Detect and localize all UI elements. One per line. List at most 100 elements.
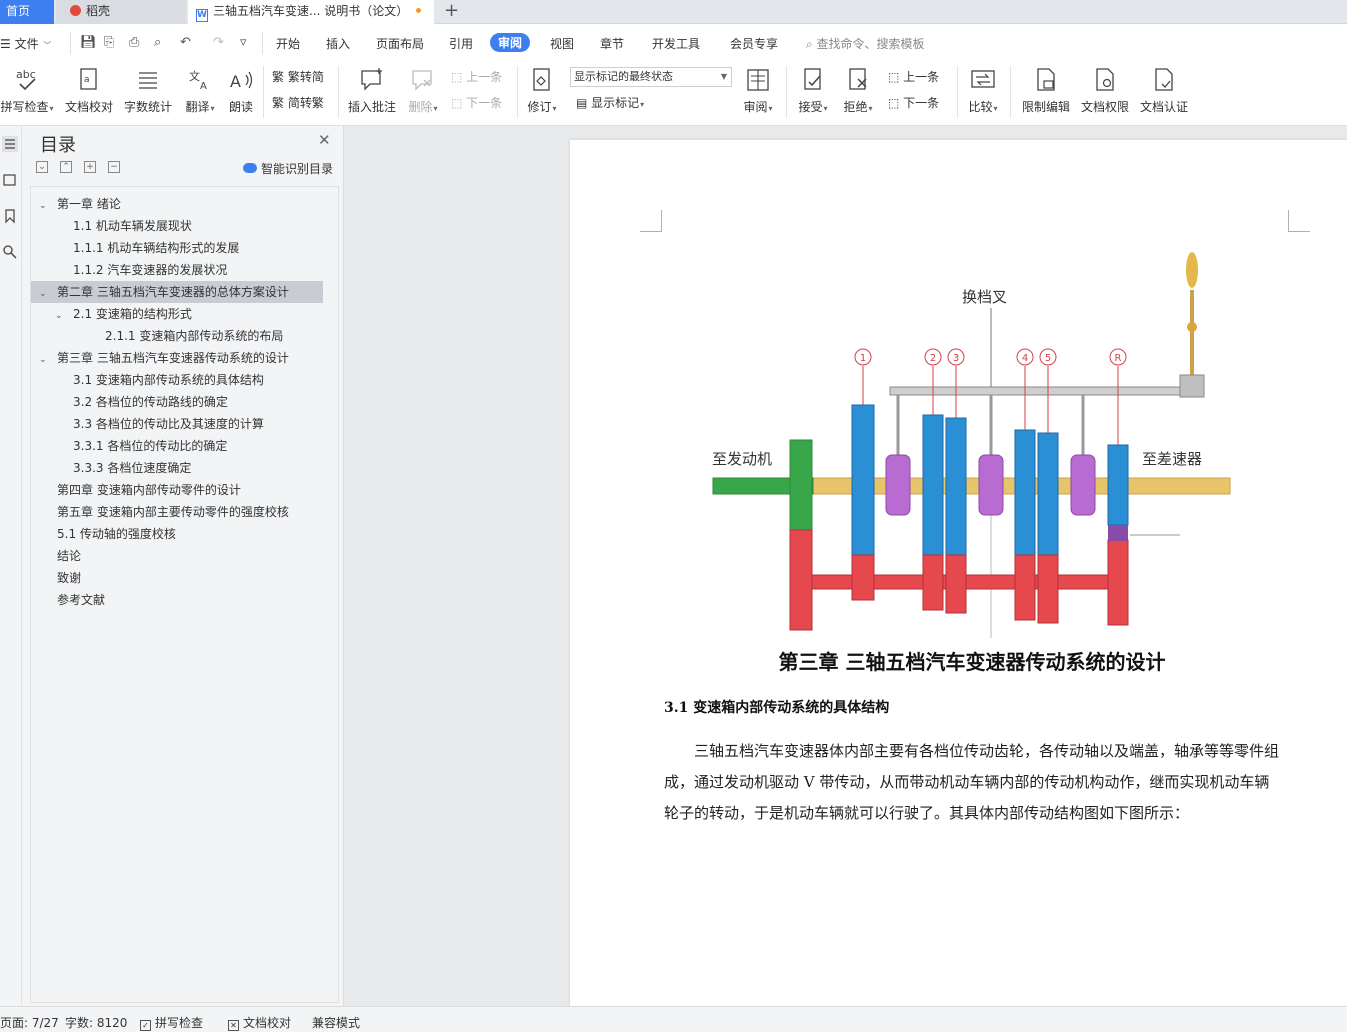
toc-item[interactable]: ⌄ 第三章 三轴五档汽车变速器传动系统的设计 <box>39 347 321 369</box>
lock-document-icon <box>1018 66 1074 94</box>
tab-dev-tools[interactable]: 开发工具 <box>652 35 700 52</box>
next-change-button[interactable]: ⬚ 下一条 <box>888 94 939 111</box>
tab-member[interactable]: 会员专享 <box>730 35 778 52</box>
chevron-down-icon[interactable]: ⌄ <box>39 283 51 305</box>
tab-review[interactable]: 审阅 <box>490 33 531 52</box>
doc-permission-button[interactable]: 文档权限 <box>1077 66 1133 115</box>
customize-quick-access-icon[interactable]: ▿ <box>240 35 247 50</box>
nav-icon-strip <box>0 126 22 1006</box>
toc-item[interactable]: 第五章 变速箱内部主要传动零件的强度校核 <box>57 501 321 523</box>
translate-button[interactable]: 文A 翻译▾ <box>180 66 220 115</box>
toc-item[interactable]: 致谢 <box>57 567 321 589</box>
toc-item[interactable]: 3.1 变速箱内部传动系统的具体结构 <box>73 369 321 391</box>
tab-home[interactable]: 首页 <box>0 0 54 24</box>
compare-button[interactable]: 比较▾ <box>963 66 1003 115</box>
margin-corner-mark <box>640 210 662 232</box>
toc-item[interactable]: 3.3.1 各档位的传动比的确定 <box>73 435 321 457</box>
word-count-button[interactable]: 字数统计 <box>121 66 175 115</box>
chevron-down-icon[interactable]: ⌄ <box>39 195 51 217</box>
word-count-indicator[interactable]: 字数: 8120 <box>65 1014 127 1031</box>
insert-comment-button[interactable]: 插入批注 <box>344 66 400 115</box>
export-icon[interactable]: ⎘ <box>104 35 114 50</box>
search-icon[interactable] <box>2 244 18 260</box>
toc-item[interactable]: 1.1.2 汽车变速器的发展状况 <box>73 259 321 281</box>
tab-start[interactable]: 开始 <box>276 35 300 52</box>
page-indicator[interactable]: 页面: 7/27 <box>0 1014 59 1031</box>
chevron-down-icon[interactable]: ⌄ <box>55 305 67 327</box>
toc-item[interactable]: 1.1.1 机动车辆结构形式的发展 <box>73 237 321 259</box>
tab-chapter[interactable]: 章节 <box>600 35 624 52</box>
svg-text:A: A <box>200 81 207 92</box>
prev-comment-button[interactable]: ⬚ 上一条 <box>451 68 502 85</box>
add-heading-icon[interactable]: + <box>84 161 96 173</box>
review-pane-button[interactable]: 审阅▾ <box>738 66 778 115</box>
toc-item-label: 参考文献 <box>57 593 106 607</box>
tab-document-label: 三轴五档汽车变速... 说明书（论文） <box>213 4 409 18</box>
remove-heading-icon[interactable]: − <box>108 161 120 173</box>
print-icon[interactable]: ⎙ <box>129 35 139 50</box>
bookmark-icon[interactable] <box>2 208 18 224</box>
tab-insert[interactable]: 插入 <box>326 35 350 52</box>
toc-item-label: 第三章 三轴五档汽车变速器传动系统的设计 <box>57 351 289 365</box>
markup-state-select[interactable]: 显示标记的最终状态 ▼ <box>570 67 732 87</box>
tab-view[interactable]: 视图 <box>550 35 574 52</box>
undo-icon[interactable]: ↶ <box>180 35 191 50</box>
chapter-nav-icon[interactable] <box>2 172 18 188</box>
toc-item[interactable]: ⌄ 第一章 绪论 <box>39 193 321 215</box>
expand-up-icon[interactable]: ⌃ <box>60 161 72 173</box>
doc-cert-label: 文档认证 <box>1139 100 1188 114</box>
toc-item[interactable]: 1.1 机动车辆发展现状 <box>73 215 321 237</box>
print-preview-icon[interactable]: ⌕ <box>154 35 161 50</box>
tab-straw-label: 稻壳 <box>86 4 111 18</box>
redo-icon[interactable]: ↷ <box>213 35 224 50</box>
tab-references[interactable]: 引用 <box>449 35 473 52</box>
chevron-down-icon[interactable]: ⌄ <box>39 349 51 371</box>
next-comment-button[interactable]: ⬚ 下一条 <box>451 94 502 111</box>
command-search[interactable]: ⌕ 查找命令、搜索模板 <box>806 35 925 52</box>
toc-item[interactable]: ⌄ 第二章 三轴五档汽车变速器的总体方案设计 <box>31 281 323 303</box>
add-tab-button[interactable]: + <box>444 0 459 24</box>
document-page[interactable]: 换档叉 1 2 3 4 5 R 至发动机 至差速器 第三章 三轴五档汽车变速器传… <box>570 140 1347 1006</box>
reject-button[interactable]: 拒绝▾ <box>838 66 878 115</box>
track-changes-button[interactable]: 修订▾ <box>523 66 561 115</box>
trad-to-simp-button[interactable]: 繁 繁转简 <box>272 68 324 85</box>
restrict-edit-button[interactable]: 限制编辑 <box>1018 66 1074 115</box>
toc-item[interactable]: 第四章 变速箱内部传动零件的设计 <box>57 479 321 501</box>
spell-check-button[interactable]: abc 拼写检查▾ <box>0 66 54 115</box>
translate-label: 翻译 <box>185 100 210 114</box>
toc-item[interactable]: 参考文献 <box>57 589 321 611</box>
close-icon[interactable]: ✕ <box>318 131 331 149</box>
to-differential-label: 至差速器 <box>1142 450 1202 468</box>
collapse-all-icon[interactable]: ⌄ <box>36 161 48 173</box>
toc-list: ⌄ 第一章 绪论 1.1 机动车辆发展现状 1.1.1 机动车辆结构形式的发展 1.1.… <box>30 186 339 1003</box>
toc-item[interactable]: ⌄ 2.1 变速箱的结构形式 <box>55 303 321 325</box>
prev-change-button[interactable]: ⬚ 上一条 <box>888 68 939 85</box>
save-icon[interactable]: 💾︎ <box>80 35 97 50</box>
doc-proof-button[interactable]: a 文档校对 <box>62 66 116 115</box>
status-spell-check[interactable]: ✓ 拼写检查 <box>140 1014 203 1031</box>
read-aloud-button[interactable]: A 朗读 <box>224 66 258 115</box>
toc-item[interactable]: 3.2 各档位的传动路线的确定 <box>73 391 321 413</box>
doc-cert-button[interactable]: 文档认证 <box>1136 66 1192 115</box>
delete-comment-button[interactable]: 删除▾ <box>404 66 442 115</box>
tab-page-layout[interactable]: 页面布局 <box>376 35 424 52</box>
document-certify-icon <box>1136 66 1192 94</box>
toc-item[interactable]: 2.1.1 变速箱内部传动系统的布局 <box>105 325 321 347</box>
accept-button[interactable]: 接受▾ <box>793 66 833 115</box>
show-markup-button[interactable]: ▤ 显示标记▾ <box>576 94 644 111</box>
toc-item[interactable]: 3.3 各档位的传动比及其速度的计算 <box>73 413 321 435</box>
toc-panel: 目录 ✕ ⌄ ⌃ + − 智能识别目录 ⌄ 第一章 绪论 1.1 机动车辆发展现状 1… <box>22 126 344 1006</box>
simp-to-trad-button[interactable]: 繁 简转繁 <box>272 94 324 111</box>
smart-toc-button[interactable]: 智能识别目录 <box>243 160 333 177</box>
tab-straw[interactable]: 稻壳 <box>56 0 186 24</box>
tab-document[interactable]: W 三轴五档汽车变速... 说明书（论文） <box>188 0 434 24</box>
status-doc-proof[interactable]: ✕ 文档校对 <box>228 1014 291 1031</box>
delete-comment-icon <box>404 66 442 94</box>
file-menu[interactable]: ☰ 文件 ﹀ <box>0 35 51 52</box>
toc-item[interactable]: 5.1 传动轴的强度校核 <box>57 523 321 545</box>
toc-nav-icon[interactable] <box>2 136 18 152</box>
divider <box>262 32 263 54</box>
svg-text:a: a <box>84 75 90 85</box>
toc-item[interactable]: 结论 <box>57 545 321 567</box>
toc-item[interactable]: 3.3.3 各档位速度确定 <box>73 457 321 479</box>
